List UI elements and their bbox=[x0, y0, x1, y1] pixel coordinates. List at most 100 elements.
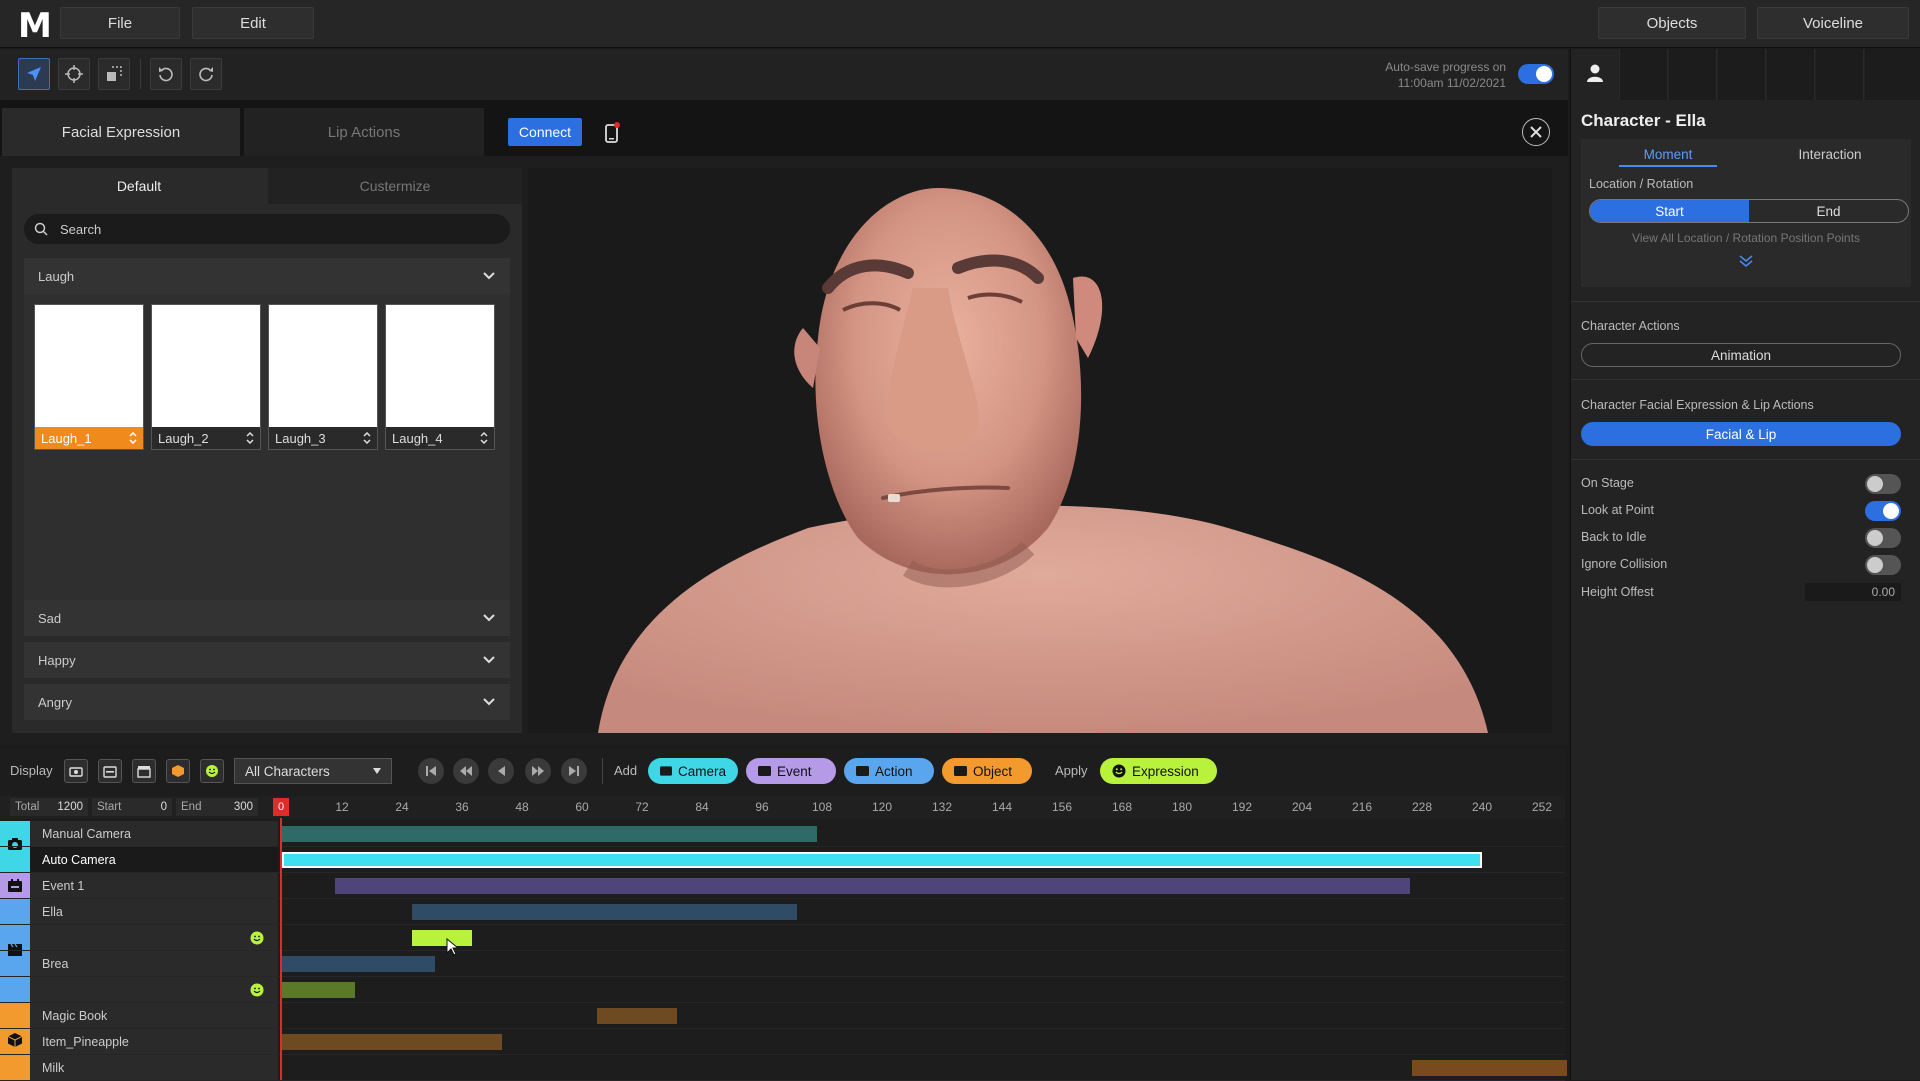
sort-arrows-icon[interactable] bbox=[246, 432, 254, 444]
track-row[interactable] bbox=[0, 925, 1565, 951]
track-row[interactable]: Milk bbox=[0, 1055, 1567, 1081]
expression-thumbnail[interactable]: Laugh_4 bbox=[385, 304, 495, 450]
autosave-status: Auto-save progress on 11:00am 11/02/2021 bbox=[1330, 59, 1506, 91]
sort-arrows-icon[interactable] bbox=[363, 432, 371, 444]
track-row[interactable]: Magic Book bbox=[0, 1003, 1565, 1029]
transform-tool-button[interactable] bbox=[98, 58, 130, 90]
tab-facial-expression[interactable]: Facial Expression bbox=[2, 108, 240, 156]
segment-start[interactable]: Start bbox=[1590, 200, 1749, 222]
category-sad[interactable]: Sad bbox=[24, 600, 510, 636]
track-label[interactable]: Auto Camera bbox=[30, 847, 278, 872]
add-object-button[interactable]: Object bbox=[942, 758, 1032, 784]
expression-thumbnail[interactable]: Laugh_2 bbox=[151, 304, 261, 450]
undo-button[interactable] bbox=[150, 58, 182, 90]
track-row[interactable]: Item_Pineapple bbox=[0, 1029, 1565, 1055]
animation-button[interactable]: Animation bbox=[1581, 343, 1901, 367]
tab-empty-1[interactable] bbox=[1620, 49, 1668, 100]
category-happy[interactable]: Happy bbox=[24, 642, 510, 678]
track-clip[interactable] bbox=[1412, 1060, 1567, 1076]
move-tool-button[interactable] bbox=[58, 58, 90, 90]
track-label[interactable]: Manual Camera bbox=[30, 821, 278, 846]
view-all-points-link[interactable]: View All Location / Rotation Position Po… bbox=[1581, 231, 1911, 245]
character-actions-label: Character Actions bbox=[1581, 319, 1680, 333]
track-label[interactable]: Item_Pineapple bbox=[30, 1029, 278, 1054]
track-row[interactable]: Auto Camera bbox=[0, 847, 1565, 873]
tab-interaction[interactable]: Interaction bbox=[1781, 147, 1879, 162]
playhead-line[interactable] bbox=[280, 818, 282, 1080]
character-properties-panel: Character - Ella Moment Interaction Loca… bbox=[1570, 49, 1920, 1080]
add-action-button[interactable]: Action bbox=[844, 758, 934, 784]
toggle-label: Ignore Collision bbox=[1581, 557, 1668, 571]
thumbnail-label: Laugh_1 bbox=[41, 430, 92, 446]
objects-menu[interactable]: Objects bbox=[1598, 7, 1746, 39]
track-label[interactable]: Event 1 bbox=[30, 873, 278, 898]
redo-icon bbox=[199, 67, 213, 82]
track-clip[interactable] bbox=[282, 982, 355, 998]
tab-empty-4[interactable] bbox=[1767, 49, 1815, 100]
track-label[interactable]: Magic Book bbox=[30, 1003, 278, 1028]
category-label: Laugh bbox=[38, 268, 75, 284]
tab-lip-actions[interactable]: Lip Actions bbox=[244, 108, 484, 156]
edit-menu[interactable]: Edit bbox=[192, 7, 314, 39]
tab-empty-2[interactable] bbox=[1669, 49, 1717, 100]
add-camera-button[interactable]: Camera bbox=[648, 758, 738, 784]
expression-thumbnail[interactable]: Laugh_1 bbox=[34, 304, 144, 450]
category-label: Angry bbox=[38, 694, 72, 710]
subtab-custermize[interactable]: Custermize bbox=[268, 168, 522, 204]
tab-moment[interactable]: Moment bbox=[1619, 147, 1717, 167]
facial-lip-button[interactable]: Facial & Lip bbox=[1581, 422, 1901, 446]
search-field[interactable]: Search bbox=[24, 214, 510, 244]
close-editor-button[interactable] bbox=[1522, 118, 1550, 146]
track-row[interactable] bbox=[0, 977, 1565, 1003]
category-angry[interactable]: Angry bbox=[24, 684, 510, 720]
toggle-switch[interactable] bbox=[1865, 501, 1901, 521]
connect-button[interactable]: Connect bbox=[508, 118, 582, 146]
apply-expression-button[interactable]: Expression bbox=[1100, 758, 1217, 784]
add-button-label: Action bbox=[875, 763, 913, 779]
add-event-button[interactable]: Event bbox=[746, 758, 836, 784]
height-offset-input[interactable]: 0.00 bbox=[1805, 583, 1901, 601]
track-label[interactable]: Ella bbox=[30, 899, 278, 924]
segment-end[interactable]: End bbox=[1749, 200, 1908, 222]
tab-character[interactable] bbox=[1571, 49, 1620, 100]
expression-thumbnail[interactable]: Laugh_3 bbox=[268, 304, 378, 450]
phone-icon[interactable] bbox=[604, 122, 622, 144]
track-clip[interactable] bbox=[334, 878, 1410, 894]
ruler-tick-label: 180 bbox=[1171, 800, 1193, 814]
tab-empty-5[interactable] bbox=[1816, 49, 1864, 100]
redo-button[interactable] bbox=[190, 58, 222, 90]
track-clip[interactable] bbox=[412, 930, 472, 946]
voiceline-menu[interactable]: Voiceline bbox=[1757, 7, 1909, 39]
toggle-switch[interactable] bbox=[1865, 555, 1901, 575]
tab-empty-6[interactable] bbox=[1865, 49, 1920, 100]
track-label[interactable]: Milk bbox=[30, 1055, 278, 1080]
track-clip[interactable] bbox=[282, 1034, 502, 1050]
track-row[interactable]: Ella bbox=[0, 899, 1565, 925]
thumbnail-caption: Laugh_1 bbox=[35, 427, 143, 449]
track-name: Event 1 bbox=[42, 878, 85, 893]
sort-arrows-icon[interactable] bbox=[129, 432, 137, 444]
ruler-tick-label: 204 bbox=[1291, 800, 1313, 814]
subtab-default[interactable]: Default bbox=[12, 168, 266, 204]
track-row[interactable]: Brea bbox=[0, 951, 1565, 977]
tab-empty-3[interactable] bbox=[1718, 49, 1766, 100]
track-label[interactable] bbox=[30, 925, 278, 950]
character-viewport[interactable] bbox=[528, 168, 1552, 733]
track-row[interactable]: Manual Camera bbox=[0, 821, 1565, 847]
track-clip[interactable] bbox=[282, 956, 435, 972]
track-clip[interactable] bbox=[597, 1008, 677, 1024]
category-laugh[interactable]: Laugh bbox=[24, 258, 510, 294]
select-tool-button[interactable] bbox=[18, 58, 50, 90]
autosave-toggle[interactable] bbox=[1518, 64, 1554, 84]
sort-arrows-icon[interactable] bbox=[480, 432, 488, 444]
file-menu[interactable]: File bbox=[60, 7, 180, 39]
track-label[interactable] bbox=[30, 977, 278, 1002]
track-row[interactable]: Event 1 bbox=[0, 873, 1565, 899]
track-clip[interactable] bbox=[412, 904, 797, 920]
track-label[interactable]: Brea bbox=[30, 951, 278, 976]
track-clip[interactable] bbox=[282, 826, 817, 842]
toggle-switch[interactable] bbox=[1865, 474, 1901, 494]
track-clip[interactable] bbox=[282, 852, 1482, 868]
toggle-switch[interactable] bbox=[1865, 528, 1901, 548]
expand-chevron-icon[interactable] bbox=[1738, 253, 1754, 269]
